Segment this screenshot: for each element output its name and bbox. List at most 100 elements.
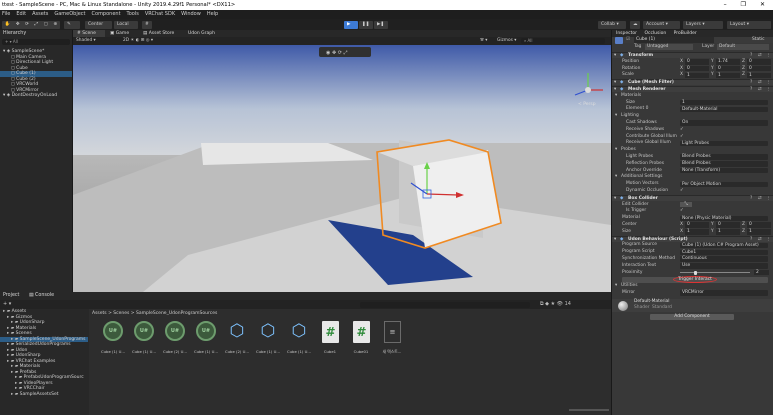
position-y-field[interactable]: 1.74: [716, 59, 740, 65]
rotation-x-field[interactable]: 0: [685, 65, 709, 72]
move-tool-icon[interactable]: ✥: [16, 21, 20, 29]
foldout-arrow-icon[interactable]: ▾: [615, 283, 617, 289]
proximity-slider-handle[interactable]: [694, 271, 697, 275]
add-component-button[interactable]: Add Component: [650, 313, 734, 320]
tab-console[interactable]: Console: [35, 293, 54, 298]
tab-asset-store[interactable]: ▤ Asset Store: [139, 30, 183, 37]
collider-size-x-field[interactable]: 1: [685, 229, 709, 235]
is-trigger-checkbox[interactable]: ✓: [680, 208, 684, 214]
custom-tool-button[interactable]: ✎: [64, 20, 80, 29]
layers-dropdown[interactable]: Layers ▾: [683, 20, 723, 29]
menu-gameobject[interactable]: GameObject: [54, 10, 85, 19]
scene-viewport[interactable]: ◉ ✥ ⟳ ⤢ < Persp: [73, 45, 611, 292]
collab-dropdown[interactable]: Collab ▾: [598, 20, 626, 29]
scale-x-field[interactable]: 1: [685, 72, 709, 79]
tab-udon-graph[interactable]: Udon Graph: [184, 30, 230, 37]
transform-tool-icon[interactable]: ⊕: [53, 21, 57, 29]
asset-tile[interactable]: U# Cube (2) U...: [161, 319, 189, 355]
asset-tile[interactable]: ⬡ Cube (1) U...: [254, 319, 282, 355]
asset-tile[interactable]: # Cube1: [316, 319, 344, 355]
menu-file[interactable]: File: [2, 10, 10, 19]
asset-tile[interactable]: U# Cube (1) U...: [99, 319, 127, 355]
step-button[interactable]: ▶❚: [374, 20, 388, 29]
rotation-z-field[interactable]: 0: [747, 65, 771, 72]
shading-dropdown[interactable]: Shaded ▾: [76, 38, 96, 44]
edit-collider-button[interactable]: ⤡: [680, 201, 692, 208]
object-name-field[interactable]: Cube (1): [634, 37, 714, 43]
sync-method-value[interactable]: Continuous: [680, 256, 768, 262]
tab-scene[interactable]: # Scene: [73, 30, 105, 37]
rect-tool-icon[interactable]: ▢: [44, 21, 48, 29]
menu-help[interactable]: Help: [207, 10, 218, 19]
project-breadcrumb[interactable]: Assets > Scenes > SampleScene_UdonProgra…: [92, 311, 217, 316]
shader-value[interactable]: Standard: [652, 305, 672, 311]
asset-tile[interactable]: # Cube01: [347, 319, 375, 355]
asset-tile[interactable]: ⬡ Cube (2) U...: [223, 319, 251, 355]
tab-project[interactable]: Project: [3, 293, 19, 298]
asset-tile[interactable]: U# Cube (1) U...: [130, 319, 158, 355]
menu-edit[interactable]: Edit: [16, 10, 26, 19]
collider-size-y-field[interactable]: 1: [716, 229, 740, 235]
menu-assets[interactable]: Assets: [32, 10, 48, 19]
rotation-y-field[interactable]: 0: [716, 65, 740, 72]
menu-vrchat-sdk[interactable]: VRChat SDK: [145, 10, 175, 19]
menu-component[interactable]: Component: [92, 10, 121, 19]
position-x-field[interactable]: 0: [685, 59, 709, 65]
light-probes-value[interactable]: Blend Probes: [680, 154, 768, 160]
menu-tools[interactable]: Tools: [127, 10, 139, 19]
tab-occlusion[interactable]: Occlusion: [638, 31, 666, 36]
scene-tools-icon[interactable]: ⚒ ▾: [480, 38, 487, 44]
project-folder-item[interactable]: ▸ ▰ SampleAssetsSet: [0, 392, 88, 398]
tab-game[interactable]: ▣ Game: [106, 30, 138, 37]
grid-snap-button[interactable]: #: [142, 20, 152, 29]
rotate-tool-icon[interactable]: ⟳: [25, 21, 29, 29]
receive-shadows-checkbox[interactable]: ✓: [680, 127, 684, 133]
cast-shadows-value[interactable]: On: [680, 120, 768, 126]
interaction-text-value[interactable]: Use: [680, 263, 768, 269]
pause-button[interactable]: ❚❚: [359, 20, 373, 29]
transform-tools[interactable]: ✋ ✥ ⟳ ⤢ ▢ ⊕: [2, 20, 60, 29]
tab-inspector[interactable]: Inspector: [612, 31, 637, 36]
menu-window[interactable]: Window: [181, 10, 201, 19]
scale-tool-icon[interactable]: ⤢: [34, 21, 38, 29]
pivot-toggle[interactable]: Center: [85, 20, 112, 29]
program-script-value[interactable]: Cube1: [680, 249, 768, 256]
collider-center-y-field[interactable]: 0: [716, 222, 740, 228]
mode-2d-toggle[interactable]: 2D ☀ ◐ ⊞ ◎ ▾: [123, 38, 153, 44]
foldout-arrow-icon[interactable]: ▾: [615, 93, 617, 99]
space-toggle[interactable]: Local: [114, 20, 138, 29]
cloud-button[interactable]: ☁: [630, 20, 640, 29]
scale-z-field[interactable]: 1: [747, 72, 771, 79]
asset-tile[interactable]: ≡ 새 텍스트...: [378, 319, 406, 355]
filter-icons[interactable]: ⧉ ◆ ★ 👁 14: [540, 301, 571, 307]
zoom-slider[interactable]: [569, 409, 609, 411]
trigger-interact-button[interactable]: Trigger Interact: [622, 275, 768, 283]
collider-material-value[interactable]: None (Physic Material): [680, 215, 768, 222]
foldout-arrow-icon[interactable]: ▾: [615, 147, 617, 153]
contribute-gi-checkbox[interactable]: ✓: [680, 134, 684, 140]
foldout-arrow-icon[interactable]: ▾: [615, 174, 617, 180]
hierarchy-search-input[interactable]: + ▾ All: [2, 39, 70, 45]
gizmos-dropdown[interactable]: Gizmos ▾: [497, 38, 516, 44]
collider-size-z-field[interactable]: 1: [747, 229, 771, 235]
asset-tile[interactable]: U# Cube (1) U...: [192, 319, 220, 355]
hierarchy-item[interactable]: ▾ ◈ DontDestroyOnLoad: [0, 93, 72, 99]
account-dropdown[interactable]: Account ▾: [643, 20, 680, 29]
element-0-value[interactable]: Default-Material: [680, 106, 768, 113]
layer-dropdown[interactable]: Default: [717, 44, 769, 50]
asset-tile[interactable]: ⬡ Cube (1) U...: [285, 319, 313, 355]
active-checkbox[interactable]: ☑: [626, 37, 630, 43]
dynamic-occlusion-checkbox[interactable]: ✓: [680, 188, 684, 194]
mirror-value[interactable]: VRCMirror: [680, 290, 768, 296]
foldout-arrow-icon[interactable]: ▾: [615, 113, 617, 119]
scene-search-input[interactable]: ⌕ All: [521, 38, 605, 44]
create-button[interactable]: + ▾: [3, 301, 11, 307]
receive-gi-value[interactable]: Light Probes: [680, 140, 768, 147]
proximity-value[interactable]: 2: [754, 269, 769, 276]
maximize-button[interactable]: ❐: [741, 0, 746, 10]
collider-center-x-field[interactable]: 0: [685, 222, 709, 228]
overlay-tool-icons[interactable]: ◉ ✥ ⟳ ⤢: [326, 50, 348, 56]
minimize-button[interactable]: –: [724, 0, 727, 10]
tab-probuilder[interactable]: ProBuilder: [668, 31, 697, 36]
reflection-probes-value[interactable]: Blend Probes: [680, 161, 768, 167]
